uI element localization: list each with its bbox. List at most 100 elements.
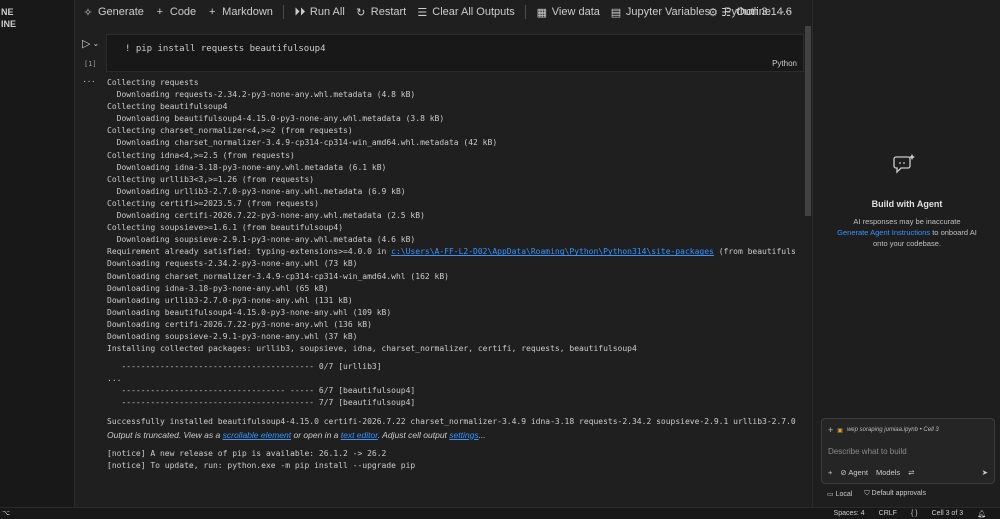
clear-outputs-button[interactable]: ☰ Clear All Outputs — [416, 6, 514, 19]
explorer-item[interactable]: INE — [0, 18, 74, 30]
generate-button[interactable]: ✧ Generate — [82, 6, 144, 19]
chat-desc-line: AI responses may be inaccurate — [853, 217, 961, 226]
output-line: Downloading certifi-2026.7.22-py3-none-a… — [107, 319, 372, 329]
send-icon[interactable]: ➤ — [982, 468, 988, 477]
status-left-icon[interactable]: ⌥ — [2, 509, 10, 517]
output-ellipsis: ... — [107, 374, 122, 384]
output-line: Collecting soupsieve>=1.6.1 (from beauti… — [107, 223, 344, 233]
notebook-icon: { } — [910, 510, 918, 517]
editor-scrollbar[interactable] — [804, 24, 812, 507]
output-line: Downloading certifi-2026.7.22-py3-none-a… — [107, 211, 425, 221]
chat-desc-line: onto your codebase. — [873, 239, 941, 248]
output-line: Downloading charset_normalizer-3.4.9-cp3… — [107, 271, 449, 281]
agent-mode-label: Agent — [848, 468, 868, 477]
output-line: Downloading requests-2.34.2-py3-none-any… — [107, 90, 416, 100]
status-eol[interactable]: CRLF — [879, 510, 897, 517]
chat-desc-after-link: to onboard AI — [930, 228, 977, 237]
chat-panel: Build with Agent AI responses may be ina… — [812, 0, 1000, 507]
add-context-icon[interactable]: + — [828, 425, 833, 435]
cell-output: Collecting requests Downloading requests… — [107, 77, 803, 492]
truncated-suffix: ... — [478, 429, 486, 440]
status-spaces[interactable]: Spaces: 4 — [834, 510, 865, 517]
generate-label: Generate — [98, 6, 144, 18]
generate-instructions-link[interactable]: Generate Agent Instructions — [837, 228, 930, 237]
settings-link[interactable]: settings — [449, 430, 478, 440]
models-button[interactable]: Models — [876, 468, 900, 477]
run-all-button[interactable]: ⏵⏵ Run All — [294, 6, 345, 19]
toolbar-divider — [282, 5, 284, 19]
add-code-button[interactable]: + Code — [154, 6, 197, 18]
truncated-middle2: . Adjust cell output — [377, 429, 450, 440]
output-line: Downloading beautifulsoup4-4.15.0-py3-no… — [107, 114, 445, 124]
progress-line: ---------------------------------- -----… — [107, 386, 416, 396]
restart-icon: ↻ — [356, 6, 366, 19]
jupyter-variables-button[interactable]: ▤ Jupyter Variables — [610, 6, 710, 19]
output-line: Collecting requests — [107, 78, 199, 87]
restart-button[interactable]: ↻ Restart — [355, 6, 406, 19]
output-line: Downloading charset_normalizer-3.4.9-cp3… — [107, 138, 498, 148]
output-line: Collecting certifi>=2023.5.7 (from reque… — [107, 198, 319, 208]
run-cell-button[interactable]: ▷ ⌄ — [82, 37, 99, 50]
chat-footer: ▭ Local ⛉ Default approvals — [827, 490, 926, 498]
tools-icon[interactable]: ⇌ — [908, 468, 914, 477]
view-data-label: View data — [551, 6, 600, 18]
execution-count: [1] — [84, 60, 97, 68]
text-editor-link[interactable]: text editor — [341, 430, 378, 440]
notebook-file-icon: ▣ — [837, 427, 843, 434]
progress-line: ----------------------------------------… — [107, 398, 416, 408]
notebook-toolbar: ✧ Generate + Code + Markdown ⏵⏵ Run All … — [76, 0, 810, 24]
plus-icon: + — [156, 6, 164, 18]
explorer-strip: NE INE — [0, 0, 75, 507]
output-line: Downloading idna-3.18-py3-none-any.whl (… — [107, 283, 329, 293]
output-line: Downloading idna-3.18-py3-none-any.whl.m… — [107, 162, 387, 172]
view-data-button[interactable]: ▦ View data — [536, 6, 600, 19]
chevron-down-icon: ⌄ — [92, 39, 100, 48]
scrollable-element-link[interactable]: scrollable element — [223, 430, 292, 440]
toolbar-divider — [524, 5, 526, 19]
cell-language-label[interactable]: Python — [772, 59, 797, 68]
truncated-prefix: Output is truncated. View as a — [107, 429, 223, 440]
output-truncated-note: Output is truncated. View as a scrollabl… — [107, 428, 803, 442]
add-markdown-button[interactable]: + Markdown — [206, 6, 273, 18]
chat-input-box[interactable]: + ▣ wep soraping jumiaa.ipynb • Cell 3 D… — [821, 418, 995, 484]
context-row: + ▣ wep soraping jumiaa.ipynb • Cell 3 — [828, 425, 939, 435]
chat-input-placeholder[interactable]: Describe what to build — [828, 447, 907, 456]
chat-desc-line: Generate Agent Instructions to onboard A… — [827, 227, 987, 238]
add-markdown-label: Markdown — [222, 6, 273, 18]
output-actions-icon[interactable]: ··· — [83, 76, 96, 87]
site-packages-link[interactable]: c:\Users\A-FF-L2-D02\AppData\Roaming\Pyt… — [391, 247, 714, 256]
status-cell[interactable]: Cell 3 of 3 — [932, 510, 964, 517]
clear-all-icon: ☰ — [417, 6, 428, 19]
sparkle-icon: ✧ — [83, 6, 93, 19]
approvals-button[interactable]: ⛉ Default approvals — [864, 490, 926, 498]
local-button[interactable]: ▭ Local — [827, 490, 852, 498]
chat-description: AI responses may be inaccurate Generate … — [827, 216, 987, 249]
scrollbar-thumb[interactable] — [805, 26, 811, 216]
notice-line: [notice] To update, run: python.exe -m p… — [107, 460, 416, 470]
output-line: Collecting urllib3<3,>=1.26 (from reques… — [107, 174, 315, 184]
chat-title: Build with Agent — [871, 199, 943, 209]
kernel-picker[interactable]: ⚙ Python 3.14.6 — [707, 0, 792, 24]
output-line: Downloading soupsieve-2.9.1-py3-none-any… — [107, 235, 416, 245]
context-file[interactable]: wep soraping jumiaa.ipynb • Cell 3 — [847, 427, 939, 433]
run-all-label: Run All — [309, 6, 345, 18]
restart-label: Restart — [370, 6, 407, 18]
notifications-icon[interactable]: 🔔︎ — [977, 510, 986, 518]
output-line: Downloading soupsieve-2.9.1-py3-none-any… — [107, 331, 358, 341]
local-label: Local — [835, 491, 853, 498]
attach-plus-icon[interactable]: + — [828, 468, 832, 477]
kernel-icon: ⚙ — [708, 6, 719, 19]
shield-icon: ⛉ — [864, 490, 870, 497]
jupyter-variables-label: Jupyter Variables — [625, 6, 711, 18]
truncated-middle: or open in a — [291, 429, 341, 440]
explorer-item[interactable]: NE — [0, 6, 74, 18]
play-icon: ▷ — [82, 38, 91, 50]
code-cell-editor[interactable]: ! pip install requests beautifulsoup4 Py… — [106, 34, 804, 72]
add-code-label: Code — [169, 6, 197, 18]
code-line[interactable]: ! pip install requests beautifulsoup4 — [125, 44, 325, 54]
variables-icon: ▤ — [610, 6, 622, 19]
approvals-label: Default approvals — [871, 490, 926, 497]
requirement-suffix: (from beautifuls — [713, 247, 796, 257]
agent-mode-button[interactable]: ⊘ Agent — [840, 468, 868, 477]
output-line: Downloading beautifulsoup4-4.15.0-py3-no… — [107, 307, 392, 317]
